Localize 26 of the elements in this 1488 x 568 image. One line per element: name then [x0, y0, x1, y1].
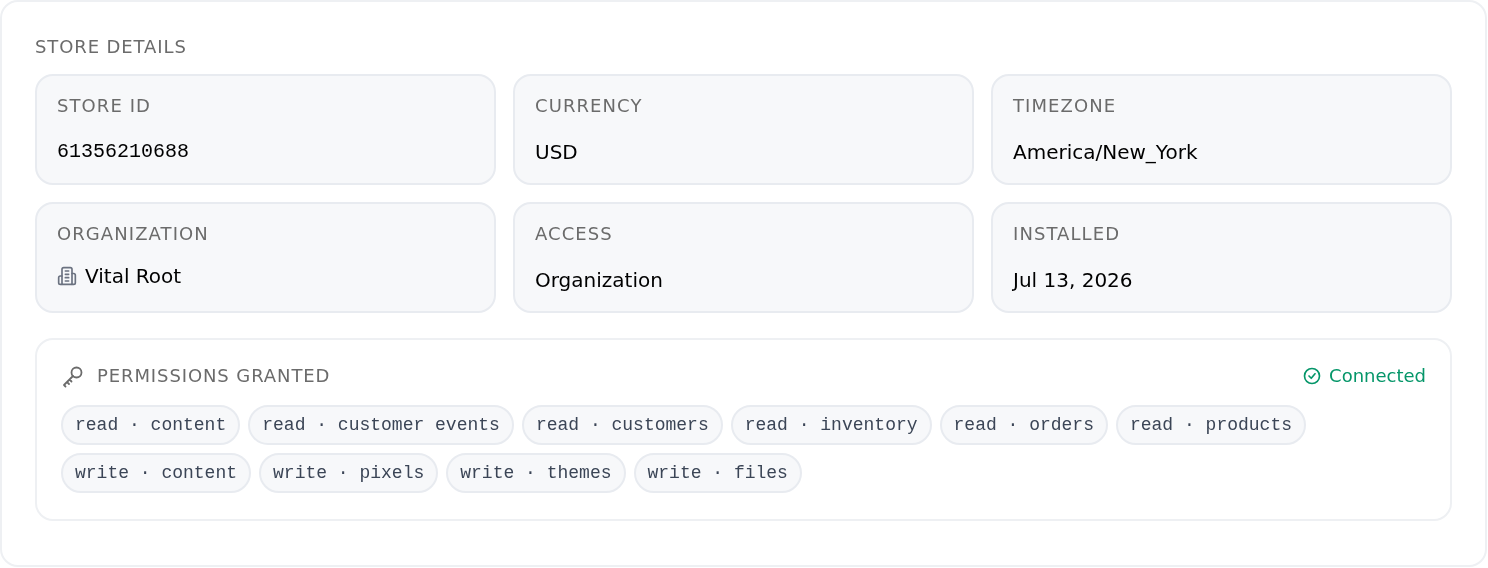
field-label: INSTALLED — [1013, 222, 1122, 246]
field-value: Vital Root — [85, 263, 182, 290]
permission-chip: read · products — [1115, 405, 1306, 445]
field-value: Jul 13, 2026 — [1013, 268, 1133, 292]
building-icon — [57, 266, 77, 286]
field-label: CURRENCY — [535, 94, 644, 118]
permission-chip: write · pixels — [259, 453, 439, 493]
permission-chip: read · orders — [939, 405, 1108, 445]
field-label: ACCESS — [535, 222, 614, 246]
permissions-title: PERMISSIONS GRANTED — [97, 364, 331, 388]
field-value: USD — [535, 140, 578, 164]
field-value: 61356210688 — [57, 140, 190, 163]
permission-chip: read · customers — [521, 405, 723, 445]
connection-status: Connected — [1329, 364, 1426, 388]
section-title: STORE DETAILS — [35, 35, 188, 59]
permission-chip: read · content — [61, 405, 241, 445]
permission-chip: read · customer events — [248, 405, 514, 445]
field-value: Organization — [535, 268, 663, 292]
field-label: STORE ID — [57, 94, 152, 118]
permission-chip: write · themes — [446, 453, 626, 493]
field-label: ORGANIZATION — [57, 222, 210, 246]
permission-chip: write · content — [61, 453, 252, 493]
field-label: TIMEZONE — [1013, 94, 1118, 118]
permission-chip: read · inventory — [730, 405, 932, 445]
permission-chip: write · files — [633, 453, 802, 493]
field-value: America/New_York — [1013, 140, 1198, 164]
